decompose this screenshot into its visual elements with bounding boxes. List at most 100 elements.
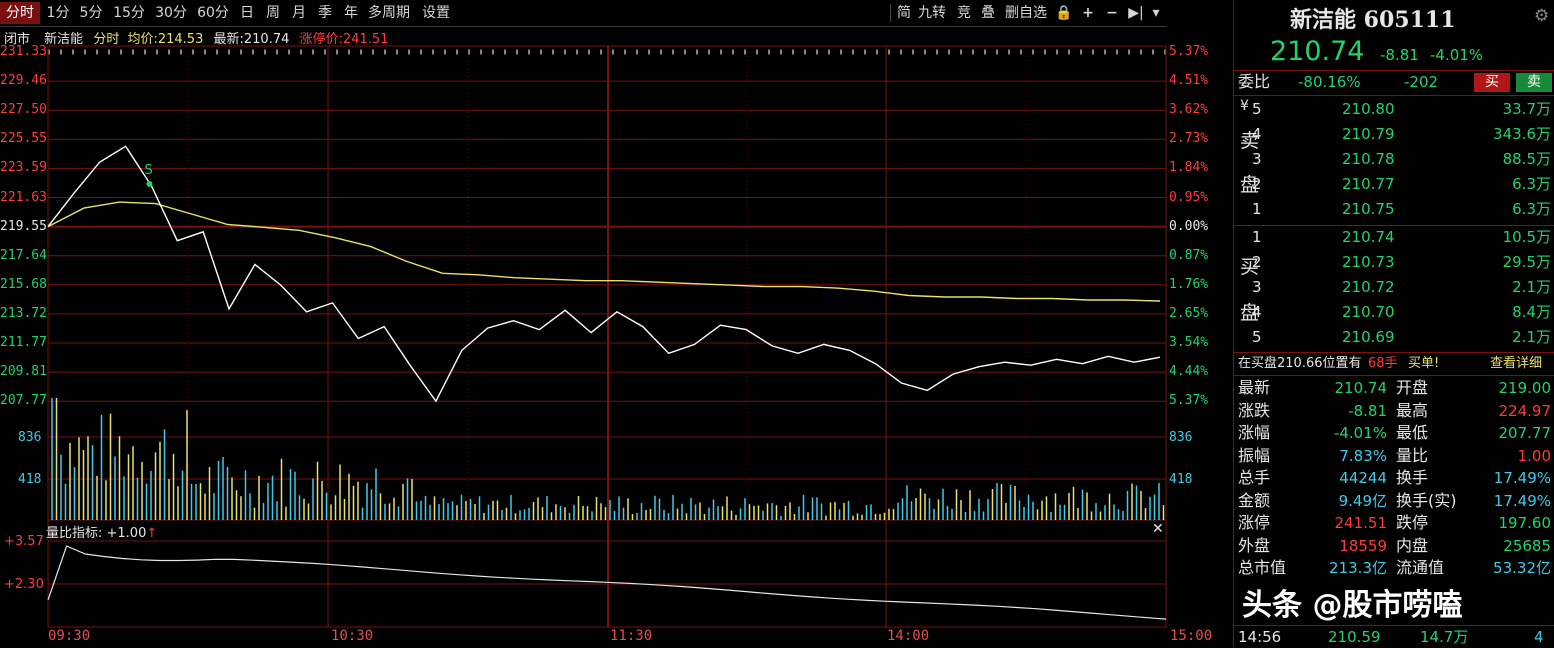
- order-volume: 10.5万: [1502, 228, 1551, 246]
- tab-week[interactable]: 周: [262, 2, 284, 24]
- stat-row: 涨幅 -4.01% 最低 207.77: [1234, 422, 1554, 444]
- notice-text: 在买盘210.66位置有: [1238, 356, 1362, 371]
- time-label-1500: 15:00: [1170, 628, 1213, 644]
- stat-value: 25685: [1503, 536, 1551, 555]
- quote-panel: 新洁能 605111 ⚙ 210.74 -8.81 -4.01% 委比 -80.…: [1233, 0, 1554, 647]
- percent-tick: 4.51%: [1169, 73, 1209, 89]
- stat-row: 振幅 7.83% 量比 1.00: [1234, 445, 1554, 467]
- avg-price-line: [47, 201, 1161, 302]
- stat-value: 224.97: [1498, 401, 1552, 420]
- lock-icon[interactable]: 🔒: [1054, 2, 1074, 24]
- sell-button[interactable]: 卖: [1516, 73, 1552, 92]
- tab-60min[interactable]: 60分: [194, 2, 232, 24]
- remove-watchlist-button[interactable]: 删自选: [1002, 2, 1050, 24]
- stat-value: 1.00: [1517, 446, 1551, 465]
- order-volume: 88.5万: [1502, 150, 1551, 168]
- price-tick: 209.81: [0, 364, 47, 380]
- tab-1min[interactable]: 1分: [44, 2, 72, 24]
- volume-tick-right: 836: [1169, 430, 1193, 445]
- buy-order-row[interactable]: 3 210.72 2.1万: [1234, 276, 1554, 298]
- stat-key: 流通值: [1396, 558, 1445, 577]
- signal-label: S: [144, 163, 152, 178]
- tab-multi-period[interactable]: 多周期: [364, 2, 414, 24]
- percent-tick: 2.73%: [1169, 131, 1209, 147]
- tab-year[interactable]: 年: [340, 2, 362, 24]
- order-price: 210.78: [1342, 150, 1395, 168]
- stat-value: 241.51: [1334, 514, 1388, 532]
- sell-order-row[interactable]: 4 210.79 343.6万: [1234, 123, 1554, 145]
- buy-button[interactable]: 买: [1474, 73, 1510, 92]
- stat-row: 涨停 241.51 跌停 197.60: [1234, 512, 1554, 534]
- percent-tick: 2.65%: [1169, 305, 1209, 321]
- indicator-close-icon[interactable]: ✕: [1152, 521, 1164, 537]
- order-volume: 2.1万: [1512, 328, 1551, 346]
- gear-icon[interactable]: ⚙: [1534, 6, 1549, 26]
- buy-order-row[interactable]: 5 210.69 2.1万: [1234, 326, 1554, 348]
- order-volume: 343.6万: [1493, 125, 1551, 143]
- simple-button[interactable]: 简: [894, 2, 914, 24]
- order-level: 2: [1252, 175, 1262, 193]
- stat-value: 210.74: [1334, 379, 1388, 397]
- auction-button[interactable]: 竞: [954, 2, 974, 24]
- time-label-1400: 14:00: [887, 628, 930, 644]
- zoom-out-icon[interactable]: −: [1102, 2, 1122, 24]
- indicator-text: 量比指标: +1.00: [46, 526, 147, 541]
- tab-intraday[interactable]: 分时: [0, 2, 40, 24]
- intraday-chart[interactable]: S: [0, 26, 1233, 647]
- tab-15min[interactable]: 15分: [110, 2, 148, 24]
- stat-key: 跌停: [1396, 513, 1429, 532]
- percent-tick: 3.62%: [1169, 102, 1209, 118]
- last-trade-price: 210.59: [1328, 628, 1381, 646]
- divider: [1234, 95, 1554, 96]
- order-volume: 6.3万: [1512, 175, 1551, 193]
- current-price: 210.74: [1270, 36, 1365, 67]
- dropdown-icon[interactable]: ▾: [1148, 2, 1164, 24]
- order-price: 210.80: [1342, 100, 1395, 118]
- tab-day[interactable]: 日: [236, 2, 258, 24]
- stat-value: -4.01%: [1333, 424, 1387, 442]
- order-level: 2: [1252, 253, 1262, 271]
- stat-key: 最高: [1396, 400, 1429, 420]
- overlay-button[interactable]: 叠: [978, 2, 998, 24]
- sell-order-row[interactable]: 1 210.75 6.3万: [1234, 198, 1554, 220]
- jiuzhuan-button[interactable]: 九转: [916, 2, 948, 24]
- buy-order-row[interactable]: 1 210.74 10.5万: [1234, 226, 1554, 248]
- period-toolbar: 分时 1分 5分 15分 30分 60分 日 周 月 季 年 多周期 设置 简 …: [0, 0, 1166, 27]
- stat-value: 17.49%: [1493, 491, 1551, 510]
- percent-tick: 5.37%: [1169, 393, 1209, 409]
- sell-order-row[interactable]: 5 210.80 33.7万: [1234, 98, 1554, 120]
- last-trade-count: 4: [1534, 628, 1544, 646]
- price-change: -8.81: [1380, 46, 1419, 64]
- tab-month[interactable]: 月: [288, 2, 310, 24]
- indicator-axis-mid: +2.30: [4, 577, 44, 592]
- stat-row: 最新 210.74 开盘 219.00: [1234, 377, 1554, 399]
- notice-qty: 68手: [1368, 356, 1398, 371]
- sell-order-row[interactable]: 3 210.78 88.5万: [1234, 148, 1554, 170]
- indicator-arrow: ↑: [146, 526, 158, 541]
- zoom-in-icon[interactable]: +: [1078, 2, 1098, 24]
- order-price: 210.77: [1342, 175, 1395, 193]
- buy-order-row[interactable]: 4 210.70 8.4万: [1234, 301, 1554, 323]
- stat-key: 振幅: [1238, 445, 1271, 465]
- order-volume: 29.5万: [1502, 253, 1551, 271]
- price-tick: 219.55: [0, 218, 47, 234]
- order-level: 4: [1252, 125, 1262, 143]
- jump-end-icon[interactable]: ▶|: [1126, 2, 1146, 24]
- tab-settings[interactable]: 设置: [418, 2, 454, 24]
- order-level: 4: [1252, 303, 1262, 321]
- order-volume: 6.3万: [1512, 200, 1551, 218]
- notice-detail-link[interactable]: 查看详细: [1490, 353, 1542, 375]
- tab-30min[interactable]: 30分: [152, 2, 190, 24]
- tab-quarter[interactable]: 季: [314, 2, 336, 24]
- sell-order-row[interactable]: 2 210.77 6.3万: [1234, 173, 1554, 195]
- tab-5min[interactable]: 5分: [76, 2, 106, 24]
- order-level: 3: [1252, 278, 1262, 296]
- price-tick: 221.63: [0, 189, 47, 205]
- buy-order-row[interactable]: 2 210.73 29.5万: [1234, 251, 1554, 273]
- stat-row: 涨跌 -8.81 最高 224.97: [1234, 400, 1554, 422]
- stat-value: 53.32亿: [1493, 559, 1551, 577]
- notice-tag: 买单!: [1408, 356, 1440, 371]
- stat-row: 金额 9.49亿 换手(实) 17.49%: [1234, 490, 1554, 512]
- order-level: 1: [1252, 200, 1262, 218]
- percent-tick: 0.95%: [1169, 189, 1209, 205]
